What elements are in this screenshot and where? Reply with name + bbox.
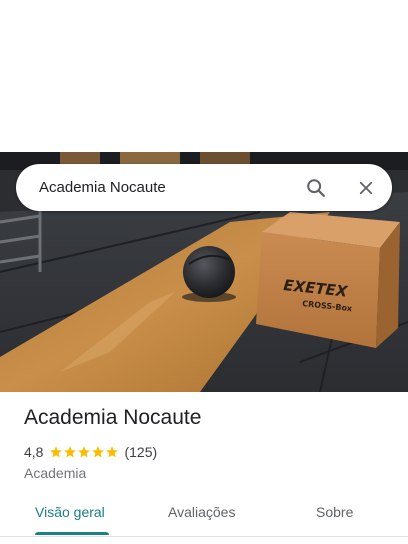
rating-value: 4,8 (24, 444, 44, 460)
star-icon (106, 446, 119, 458)
tab-overview[interactable]: Visão geral (35, 504, 105, 520)
close-icon[interactable] (346, 168, 386, 208)
star-rating (49, 445, 119, 459)
top-blank-area (0, 0, 408, 152)
star-icon (92, 446, 105, 458)
tabs-divider (0, 536, 408, 537)
star-icon (50, 446, 63, 458)
place-category: Academia (24, 465, 87, 481)
search-input[interactable]: Academia Nocaute (39, 179, 296, 196)
search-icon[interactable] (296, 168, 336, 208)
place-title: Academia Nocaute (24, 406, 202, 429)
star-icon (64, 446, 77, 458)
star-icon (78, 446, 91, 458)
active-tab-indicator (35, 532, 109, 535)
rating-row[interactable]: 4,8 (125) (24, 444, 157, 460)
search-bar[interactable]: Academia Nocaute (16, 164, 392, 211)
review-count[interactable]: (125) (124, 444, 157, 460)
tab-about[interactable]: Sobre (316, 504, 353, 520)
place-tabs: Visão geral Avaliações Sobre (0, 494, 408, 536)
place-details-page: EXETEX CROSS-Box Academia Nocaute Academ… (0, 0, 408, 544)
tab-reviews[interactable]: Avaliações (168, 504, 235, 520)
